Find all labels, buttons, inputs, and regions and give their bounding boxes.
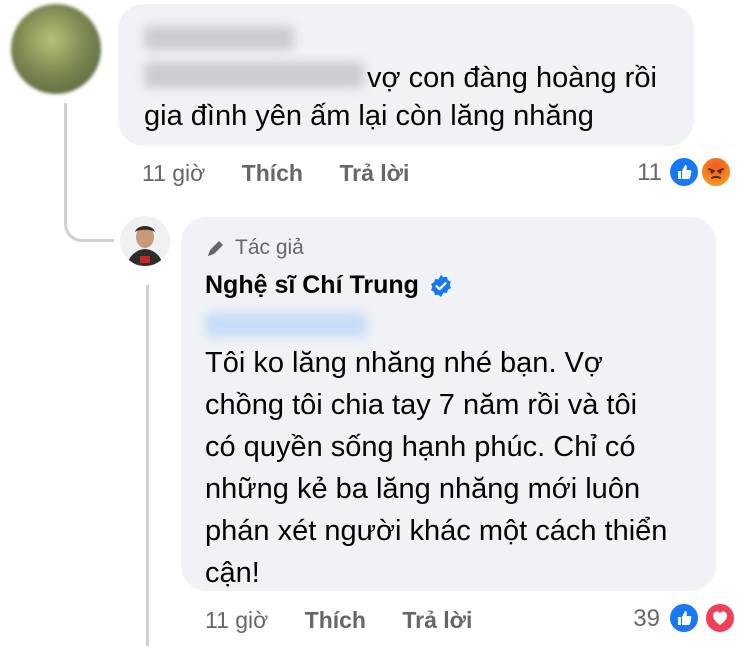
comment-reaction-count[interactable]: 11 [620,159,662,187]
comment-reply-button[interactable]: Trả lời [339,160,409,186]
reply-time[interactable]: 11 giờ [205,607,268,633]
commenter-tag-redacted[interactable] [144,62,364,88]
reply-bubble: Tác giả Nghệ sĩ Chí Trung Tôi ko lăng nh… [181,217,716,591]
reply-footer: 11 giờ Thích Trả lời [205,607,472,634]
thread-line-reply [146,285,149,646]
thread-line-vertical [64,103,67,223]
angry-icon[interactable] [700,156,732,188]
comment-text-line-1: vợ con đàng hoàng rồi [367,62,657,94]
author-badge-label: Tác giả [235,236,304,259]
comment-text-line-2: gia đình yên ấm lại còn lăng nhăng [144,100,594,132]
mentioned-user-redacted[interactable] [205,313,367,337]
reply-text-line-4: những kẻ ba lăng nhăng mới luôn [205,473,641,505]
comment-time[interactable]: 11 giờ [142,160,205,186]
reply-reply-button[interactable]: Trả lời [402,607,472,633]
author-avatar[interactable] [120,216,170,266]
commenter-name-redacted[interactable] [144,26,294,50]
reply-text-line-5: phán xét người khác một cách thiển [205,515,668,547]
reply-text-line-6: cận! [205,557,260,589]
reply-like-button[interactable]: Thích [305,607,366,633]
reply-text-line-3: có quyền sống hạnh phúc. Chỉ có [205,431,636,463]
pen-icon [208,241,223,256]
love-icon[interactable] [704,602,736,634]
reply-reaction-count[interactable]: 39 [614,605,660,633]
author-badge: Tác giả [205,236,304,260]
commenter-avatar[interactable] [11,4,101,94]
thread-line-curve [64,218,114,242]
comment-like-button[interactable]: Thích [242,160,303,186]
like-icon[interactable] [668,156,700,188]
author-name-row: Nghệ sĩ Chí Trung [205,271,453,300]
reply-text-line-1: Tôi ko lăng nhăng nhé bạn. Vợ [205,347,603,379]
comment-bubble: vợ con đàng hoàng rồi gia đình yên ấm lạ… [118,4,694,146]
reply-text-line-2: chồng tôi chia tay 7 năm rồi và tôi [205,389,638,421]
like-icon[interactable] [668,602,700,634]
author-name[interactable]: Nghệ sĩ Chí Trung [205,271,419,300]
comment-footer: 11 giờ Thích Trả lời [142,160,409,187]
verified-badge-icon [431,274,451,297]
